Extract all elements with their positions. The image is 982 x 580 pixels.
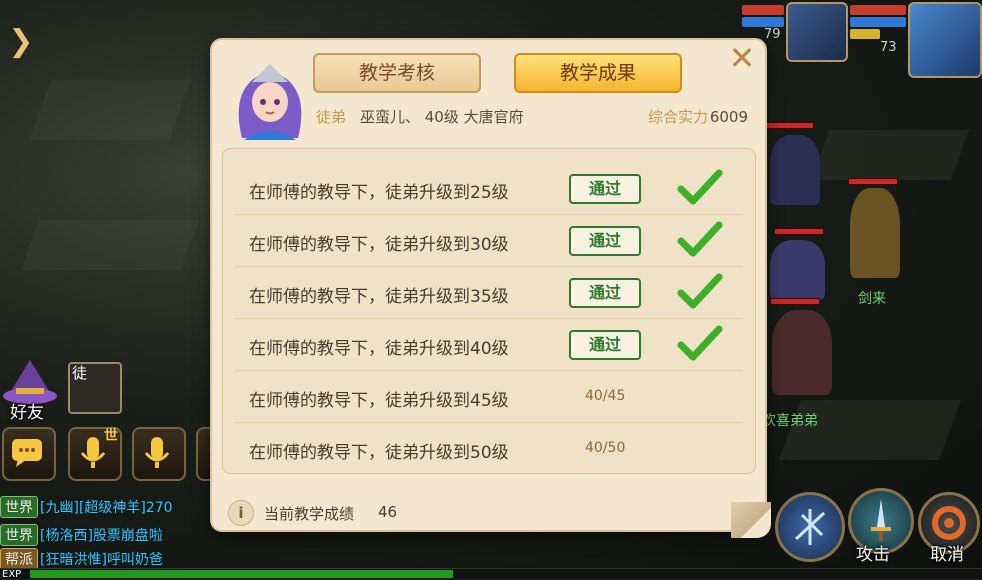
expand-arrow-icon[interactable]: ❯	[4, 24, 38, 60]
chat-channel: 帮派	[0, 548, 38, 568]
disciple-info: 巫蛮儿、 40级 大唐官府	[360, 108, 524, 126]
pass-button[interactable]: 通过	[569, 174, 641, 204]
task-row: 在师傅的教导下，徒弟升级到40级 通过	[223, 319, 755, 371]
task-text: 在师傅的教导下，徒弟升级到50级	[249, 443, 509, 463]
task-list[interactable]: 在师傅的教导下，徒弟升级到25级 通过 在师傅的教导下，徒弟升级到30级 通过 …	[222, 148, 756, 474]
score-value: 46	[378, 503, 398, 521]
pet-portrait[interactable]	[786, 2, 848, 62]
attack-label: 攻击	[856, 545, 890, 565]
checkmark-icon	[677, 273, 723, 309]
pet-mp-bar	[742, 17, 784, 27]
task-text: 在师傅的教导下，徒弟升级到45级	[249, 391, 509, 411]
chat-line[interactable]: 帮派 [狂暗洪惟]呼叫奶爸	[0, 548, 163, 568]
score-label: 当前教学成绩	[264, 505, 355, 523]
disciple-label: 徒弟	[316, 108, 347, 126]
checkmark-icon	[677, 221, 723, 257]
unit-hp-bar	[848, 178, 898, 185]
chat-bubble-button[interactable]	[2, 427, 56, 481]
unit-hp-bar	[770, 298, 820, 305]
task-text: 在师傅的教导下，徒弟升级到35级	[249, 287, 509, 307]
disciple-info-strip: 徒弟 巫蛮儿、 40级 大唐官府 综合实力 6009	[316, 102, 756, 132]
player-portrait[interactable]	[908, 2, 982, 78]
player-mp-bar	[850, 17, 906, 27]
exp-bar: EXP	[0, 568, 982, 580]
pass-button[interactable]: 通过	[569, 226, 641, 256]
info-icon[interactable]: i	[228, 500, 254, 526]
task-row: 在师傅的教导下，徒弟升级到25级 通过	[223, 163, 755, 215]
task-text: 在师傅的教导下，徒弟升级到30级	[249, 235, 509, 255]
disciple-tag: 徒	[72, 364, 88, 382]
page-curl-decoration	[731, 502, 771, 538]
chat-line[interactable]: 世界 [九幽][超级神羊]270	[0, 496, 173, 518]
tab-teaching-assessment[interactable]: 教学考核	[313, 53, 481, 93]
microphone-icon	[144, 437, 170, 468]
pass-button[interactable]: 通过	[569, 278, 641, 308]
task-row: 在师傅的教导下，徒弟升级到30级 通过	[223, 215, 755, 267]
voice-team-button[interactable]	[132, 427, 186, 481]
exp-label: EXP	[2, 569, 22, 580]
voice-world-button[interactable]: 世	[68, 427, 122, 481]
disciple-portrait	[238, 64, 302, 140]
chat-text: 股票崩盘啦	[92, 528, 163, 544]
chat-bubble-icon	[12, 439, 42, 467]
tab-teaching-results[interactable]: 教学成果	[514, 53, 682, 93]
cancel-label: 取消	[930, 545, 964, 565]
chat-channel: 世界	[0, 496, 38, 518]
ice-skill-icon	[794, 509, 826, 545]
ally-unit-jianlai[interactable]	[850, 188, 900, 278]
unit-hp-bar	[774, 228, 824, 235]
task-progress: 40/45	[585, 388, 626, 404]
task-text: 在师傅的教导下，徒弟升级到25级	[249, 183, 509, 203]
power-value: 6009	[709, 108, 748, 126]
exp-fill	[30, 570, 453, 578]
checkmark-icon	[677, 169, 723, 205]
player-hp-bar	[850, 5, 906, 15]
pet-hp-bar	[742, 5, 784, 15]
task-progress: 40/50	[585, 440, 626, 456]
friends-label[interactable]: 好友	[10, 398, 44, 423]
close-button[interactable]: ✕	[726, 42, 758, 74]
enemy-unit[interactable]	[770, 135, 820, 205]
chat-text: [超级神羊]270	[78, 500, 173, 516]
unit-name-label: 剑来	[858, 291, 886, 307]
chat-name: [杨洛西]	[40, 528, 93, 544]
pass-button[interactable]: 通过	[569, 330, 641, 360]
player-level: 73	[880, 40, 897, 55]
unit-hp-bar	[766, 122, 814, 129]
chat-name: [狂暗洪惟]	[40, 552, 107, 568]
power-label: 综合实力	[647, 108, 708, 126]
player-anger-bar	[850, 29, 880, 39]
pet-level: 79	[764, 27, 781, 42]
close-icon: ✕	[728, 39, 756, 77]
chat-channel: 世界	[0, 524, 38, 546]
task-row: 在师傅的教导下，徒弟升级到50级 40/50	[223, 423, 755, 475]
chat-name: [九幽]	[40, 500, 79, 516]
checkmark-icon	[677, 325, 723, 361]
voice-world-tag: 世	[104, 428, 118, 444]
skill-button[interactable]	[775, 492, 845, 562]
chat-line[interactable]: 世界 [杨洛西]股票崩盘啦	[0, 524, 163, 546]
chat-text: 呼叫奶爸	[106, 552, 163, 568]
disciple-avatar[interactable]: 徒	[68, 362, 122, 414]
ally-unit[interactable]	[770, 240, 825, 300]
task-row: 在师傅的教导下，徒弟升级到35级 通过	[223, 267, 755, 319]
task-text: 在师傅的教导下，徒弟升级到40级	[249, 339, 509, 359]
unit-name-label: 欢喜弟弟	[762, 413, 818, 429]
task-row: 在师傅的教导下，徒弟升级到45级 40/45	[223, 371, 755, 423]
ally-unit-huanxi[interactable]	[772, 310, 832, 395]
